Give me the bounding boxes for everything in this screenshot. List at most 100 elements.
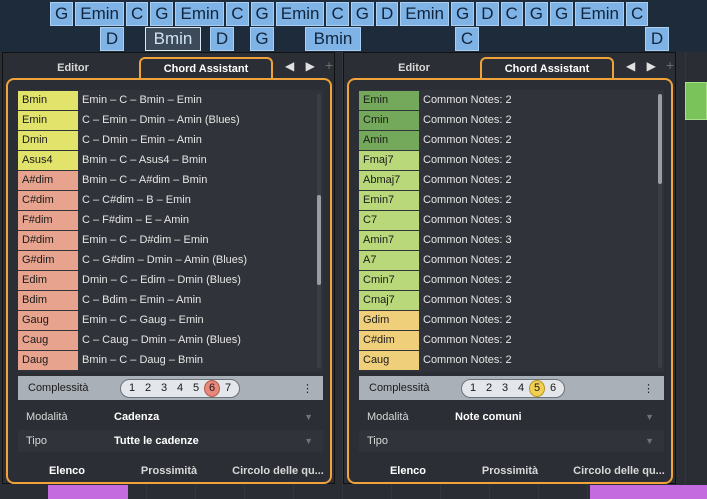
chord-event[interactable]: Emin — [75, 2, 124, 26]
list-item[interactable]: C7 Common Notes: 3 — [359, 210, 664, 230]
chord-event[interactable]: C — [500, 2, 523, 26]
list-item[interactable]: Bdim C – Bdim – Emin – Amin — [18, 290, 323, 310]
tab-editor[interactable]: Editor — [13, 57, 133, 79]
nav-arrows-icon[interactable]: ◀ ▶ — [285, 59, 319, 73]
list-item[interactable]: F#dim C – F#dim – E – Amin — [18, 210, 323, 230]
list-item[interactable]: Amin Common Notes: 2 — [359, 130, 664, 150]
track-event[interactable] — [685, 82, 707, 120]
add-icon[interactable]: + — [325, 57, 333, 73]
chord-event[interactable]: Emin — [275, 2, 325, 26]
sort-icon[interactable]: ⋮ — [302, 382, 313, 395]
complexity-selector[interactable]: 123456 — [461, 378, 565, 398]
nav-arrows-icon[interactable]: ◀ ▶ — [626, 59, 660, 73]
scroll-thumb[interactable] — [317, 195, 321, 285]
list-item[interactable]: Cmin Common Notes: 2 — [359, 110, 664, 130]
list-item[interactable]: C#dim C – C#dim – B – Emin — [18, 190, 323, 210]
chord-event[interactable]: C — [226, 2, 249, 26]
chord-event[interactable]: G — [150, 2, 174, 26]
chord-event[interactable]: C — [326, 2, 349, 26]
midi-event[interactable] — [590, 485, 707, 499]
list-item[interactable]: A7 Common Notes: 2 — [359, 250, 664, 270]
list-item[interactable]: Emin Common Notes: 2 — [359, 90, 664, 110]
complexity-level[interactable]: 1 — [465, 380, 481, 397]
complexity-level[interactable]: 3 — [156, 380, 172, 397]
list-item[interactable]: A#dim Bmin – C – A#dim – Bmin — [18, 170, 323, 190]
tab-circolo[interactable]: Circolo delle qu... — [564, 461, 674, 481]
sort-icon[interactable]: ⋮ — [643, 382, 654, 395]
list-item[interactable]: Gdim Common Notes: 2 — [359, 310, 664, 330]
complexity-level[interactable]: 3 — [497, 380, 513, 397]
list-item[interactable]: Gaug Emin – C – Gaug – Emin — [18, 310, 323, 330]
list-item[interactable]: Cmaj7 Common Notes: 3 — [359, 290, 664, 310]
tab-editor[interactable]: Editor — [354, 57, 474, 79]
chord-event[interactable]: D — [476, 2, 499, 26]
complexity-level[interactable]: 7 — [220, 380, 236, 397]
list-item[interactable]: D#dim Emin – C – D#dim – Emin — [18, 230, 323, 250]
complexity-level[interactable]: 5 — [529, 379, 545, 397]
list-item[interactable]: Dmin C – Dmin – Emin – Amin — [18, 130, 323, 150]
list-item[interactable]: Daug Bmin – C – Daug – Bmin — [18, 350, 323, 370]
list-item[interactable]: G#dim C – G#dim – Dmin – Amin (Blues) — [18, 250, 323, 270]
chord-event[interactable]: D — [210, 27, 234, 51]
chevron-down-icon[interactable]: ▼ — [304, 436, 313, 446]
chord-event[interactable]: C — [455, 27, 479, 51]
midi-event[interactable] — [48, 485, 128, 499]
list-item[interactable]: Bmin Emin – C – Bmin – Emin — [18, 90, 323, 110]
chevron-down-icon[interactable]: ▼ — [645, 412, 654, 422]
list-item[interactable]: C#dim Common Notes: 2 — [359, 330, 664, 350]
list-item[interactable]: Edim Dmin – C – Edim – Dmin (Blues) — [18, 270, 323, 290]
chord-event[interactable]: D — [645, 27, 669, 51]
list-item[interactable]: Abmaj7 Common Notes: 2 — [359, 170, 664, 190]
list-item[interactable]: Emin C – Emin – Dmin – Amin (Blues) — [18, 110, 323, 130]
chord-event[interactable]: G — [451, 2, 475, 26]
chord-event[interactable]: G — [350, 2, 374, 26]
scrollbar[interactable] — [317, 94, 321, 368]
chevron-down-icon[interactable]: ▼ — [304, 412, 313, 422]
chord-event[interactable]: G — [524, 2, 549, 26]
chord-event[interactable]: D — [100, 27, 124, 51]
chord-event[interactable]: C — [125, 2, 149, 26]
tab-elenco[interactable]: Elenco — [19, 461, 115, 481]
list-item[interactable]: Emin7 Common Notes: 2 — [359, 190, 664, 210]
list-item[interactable]: Asus4 Bmin – C – Asus4 – Bmin — [18, 150, 323, 170]
type-field[interactable]: Tipo Tutte le cadenze ▼ — [18, 430, 323, 452]
list-item[interactable]: Fmaj7 Common Notes: 2 — [359, 150, 664, 170]
mode-field[interactable]: Modalità Cadenza ▼ — [18, 406, 323, 428]
complexity-level[interactable]: 6 — [545, 380, 561, 397]
complexity-level[interactable]: 4 — [513, 380, 529, 397]
list-item[interactable]: Caug Common Notes: 2 — [359, 350, 664, 370]
scroll-thumb[interactable] — [658, 94, 662, 184]
chord-event[interactable]: G — [250, 2, 274, 26]
tab-circolo[interactable]: Circolo delle qu... — [223, 461, 333, 481]
list-item[interactable]: Cmin7 Common Notes: 2 — [359, 270, 664, 290]
tab-elenco[interactable]: Elenco — [360, 461, 456, 481]
mode-field[interactable]: Modalità Note comuni ▼ — [359, 406, 664, 428]
type-field[interactable]: Tipo ▼ — [359, 430, 664, 452]
mode-value[interactable]: Cadenza — [114, 411, 304, 423]
chord-event[interactable]: G — [50, 2, 74, 26]
chord-event[interactable]: Bmin — [305, 27, 361, 51]
list-item[interactable]: Amin7 Common Notes: 3 — [359, 230, 664, 250]
chord-event[interactable]: Emin — [575, 2, 624, 26]
mode-value[interactable]: Note comuni — [455, 411, 645, 423]
complexity-level[interactable]: 1 — [124, 380, 140, 397]
tab-chord-assistant[interactable]: Chord Assistant — [139, 57, 273, 79]
cadence-list[interactable]: Daug Bmin – C – Daug – Bmin Caug C – Caug –… — [18, 90, 323, 372]
complexity-level[interactable]: 5 — [188, 380, 204, 397]
list-item[interactable]: Caug C – Caug – Dmin – Amin (Blues) — [18, 330, 323, 350]
chord-event[interactable]: Emin — [400, 2, 449, 26]
chord-event[interactable]: Emin — [175, 2, 225, 26]
chord-event[interactable]: D — [375, 2, 399, 26]
scrollbar[interactable] — [658, 94, 662, 368]
complexity-level[interactable]: 6 — [204, 379, 220, 397]
common-notes-list[interactable]: Caug Common Notes: 2 C#dim Common Notes: 2G… — [359, 90, 664, 372]
tab-prossimita[interactable]: Prossimità — [121, 461, 217, 481]
add-icon[interactable]: + — [666, 57, 674, 73]
complexity-selector[interactable]: 1234567 — [120, 378, 240, 398]
chord-event[interactable]: Bmin — [145, 27, 201, 51]
complexity-level[interactable]: 2 — [481, 380, 497, 397]
chord-event[interactable]: C — [626, 2, 649, 26]
chord-event[interactable]: G — [550, 2, 574, 26]
type-value[interactable]: Tutte le cadenze — [114, 435, 304, 447]
chevron-down-icon[interactable]: ▼ — [645, 436, 654, 446]
